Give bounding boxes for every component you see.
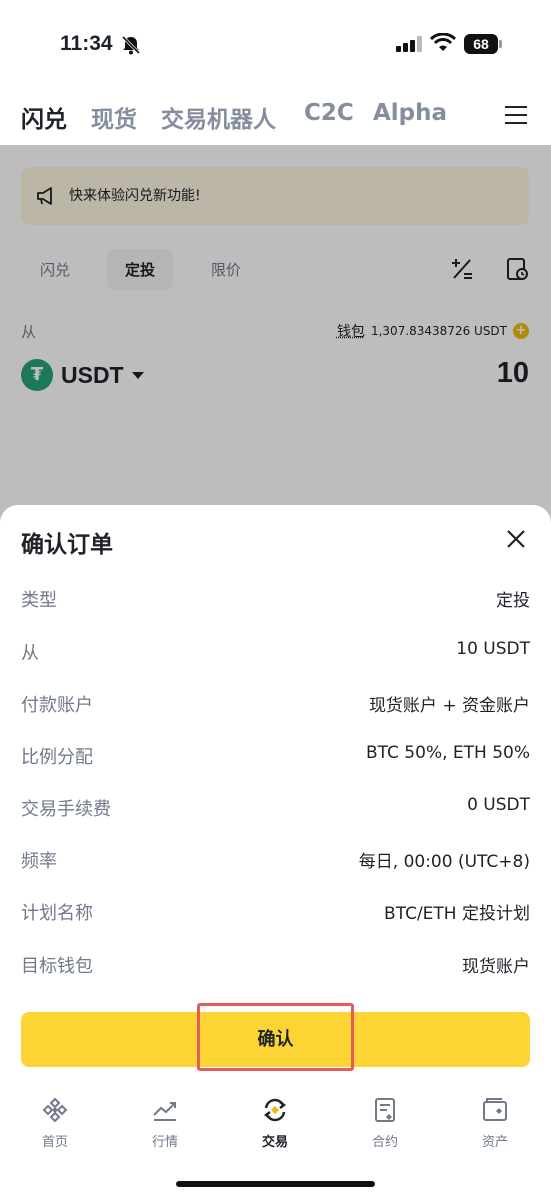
tab-c2c[interactable]: C2C — [304, 100, 354, 126]
nav-label: 资产 — [481, 1135, 508, 1150]
row-label: 类型 — [21, 590, 57, 611]
row-value: BTC 50%, ETH 50% — [365, 743, 530, 763]
detail-row-allocation: 比例分配 BTC 50%, ETH 50% — [21, 743, 530, 773]
row-value: 每日, 00:00 (UTC+8) — [358, 852, 530, 872]
row-label: 从 — [21, 643, 39, 664]
tab-convert[interactable]: 闪兑 — [21, 100, 67, 134]
signal-icon — [396, 36, 422, 52]
tab-spot[interactable]: 现货 — [91, 100, 137, 134]
row-value: 10 USDT — [456, 639, 530, 659]
row-label: 计划名称 — [21, 903, 93, 924]
detail-row-frequency: 频率 每日, 00:00 (UTC+8) — [21, 847, 530, 877]
row-value: 0 USDT — [467, 795, 530, 815]
status-bar: 11:34 68 — [0, 0, 551, 90]
assets-icon — [483, 1098, 507, 1121]
row-label: 交易手续费 — [21, 799, 111, 820]
markets-icon — [153, 1102, 176, 1121]
home-icon — [42, 1097, 68, 1123]
bottom-nav: 首页 行情 交易 合约 资产 — [0, 1095, 551, 1175]
detail-row-from: 从 10 USDT — [21, 639, 530, 669]
confirm-button[interactable]: 确认 — [21, 1012, 530, 1067]
tab-trading-bots[interactable]: 交易机器人 — [161, 100, 276, 134]
wifi-icon — [430, 33, 456, 51]
status-time: 11:34 — [60, 32, 113, 55]
bell-off-icon — [121, 35, 141, 55]
row-value: 现货账户 — [462, 957, 530, 977]
sheet-title: 确认订单 — [21, 532, 113, 558]
tab-alpha[interactable]: Alpha — [373, 100, 447, 126]
menu-icon[interactable] — [505, 106, 529, 126]
nav-home[interactable]: 首页 — [15, 1095, 95, 1150]
nav-markets[interactable]: 行情 — [125, 1095, 205, 1150]
home-indicator[interactable] — [176, 1181, 375, 1187]
row-value: 定投 — [496, 591, 530, 611]
top-tab-bar: 闪兑 现货 交易机器人 C2C Alpha — [0, 90, 551, 145]
confirm-order-sheet: 确认订单 类型 定投 从 10 USDT 付款账户 现货账户 + 资金账户 比例… — [0, 505, 551, 1200]
trade-icon — [264, 1098, 286, 1122]
battery-icon: 68 — [464, 34, 504, 54]
row-label: 付款账户 — [21, 695, 93, 716]
nav-label: 行情 — [151, 1135, 178, 1150]
row-label: 频率 — [21, 851, 57, 872]
detail-row-plan-name: 计划名称 BTC/ETH 定投计划 — [21, 899, 530, 929]
detail-row-type: 类型 定投 — [21, 586, 530, 616]
detail-row-payment-account: 付款账户 现货账户 + 资金账户 — [21, 691, 530, 721]
nav-label: 首页 — [41, 1135, 68, 1150]
row-value: 现货账户 + 资金账户 — [368, 696, 530, 716]
nav-trade[interactable]: 交易 — [235, 1095, 315, 1150]
row-value: BTC/ETH 定投计划 — [384, 904, 530, 924]
row-label: 比例分配 — [21, 747, 93, 768]
battery-level: 68 — [464, 34, 498, 54]
futures-icon — [375, 1098, 395, 1122]
detail-row-fee: 交易手续费 0 USDT — [21, 795, 530, 825]
nav-label: 交易 — [261, 1135, 288, 1150]
nav-futures[interactable]: 合约 — [345, 1095, 425, 1150]
close-icon[interactable] — [504, 527, 528, 551]
nav-label: 合约 — [371, 1135, 398, 1150]
detail-row-target-wallet: 目标钱包 现货账户 — [21, 952, 530, 982]
row-label: 目标钱包 — [21, 956, 93, 977]
nav-assets[interactable]: 资产 — [455, 1095, 535, 1150]
